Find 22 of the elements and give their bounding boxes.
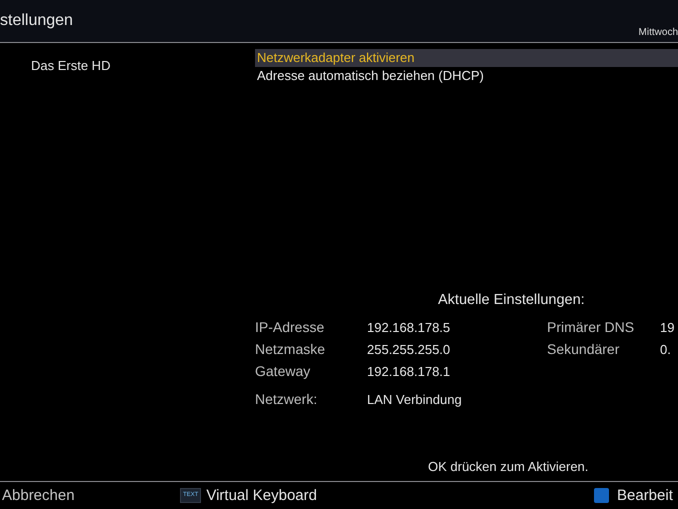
field-value: 192.168.178.5 [367,320,450,334]
field-value: 255.255.255.0 [367,342,450,356]
field-value: 0. [660,342,671,356]
field-label: Primärer DNS [547,319,634,335]
key-hint[interactable]: Abbrechen [0,487,75,504]
field-label: Netzmaske [255,341,326,357]
field-label: IP-Adresse [255,319,324,335]
menu-item[interactable]: Adresse automatisch beziehen (DHCP) [255,67,678,85]
field-label: Sekundärer [547,341,620,357]
field-value: 19 [660,320,674,334]
key-hint[interactable]: Virtual Keyboard [206,487,317,504]
section-heading: Aktuelle Einstellungen: [438,291,585,310]
field-value: 192.168.178.1 [367,364,450,378]
hint-text: OK drücken zum Aktivieren. [428,458,588,476]
menu-item[interactable]: Netzwerkadapter aktivieren [255,49,678,67]
key-hint[interactable]: Bearbeit [617,487,673,504]
field-value: LAN Verbindung [367,392,462,406]
channel-name: Das Erste HD [30,57,112,74]
date-text: Mittwoch [638,26,678,40]
field-label: Gateway [255,363,310,379]
field-label: Netzwerk: [255,391,318,407]
window-title: stellungen [0,11,73,31]
